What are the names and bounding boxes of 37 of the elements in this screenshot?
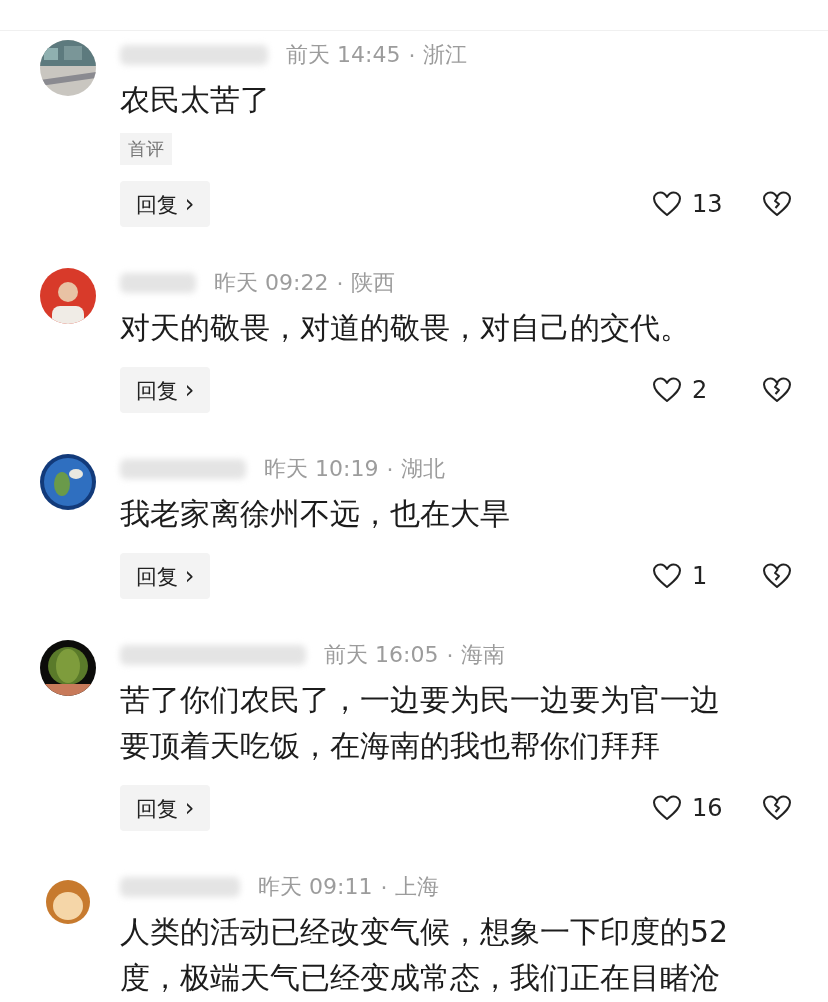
comment-time: 前天 16:05	[324, 641, 439, 669]
like-count: 1	[692, 562, 709, 590]
comment-text: 苦了你们农民了，一边要为民一边要为官一边要顶着天吃饭，在海南的我也帮你们拜拜	[120, 681, 721, 765]
broken-heart-icon[interactable]	[762, 562, 792, 590]
broken-heart-icon[interactable]	[762, 794, 792, 822]
comment-location: 上海	[395, 873, 440, 901]
reply-button[interactable]: 回复 ›	[120, 553, 211, 599]
comment-time: 前天 14:45	[286, 41, 401, 69]
comment-location: 陕西	[351, 269, 396, 297]
comment-text: 我老家离徐州不远，也在大旱	[120, 495, 511, 533]
comment-time: 昨天 10:19	[264, 455, 379, 483]
like-icon[interactable]	[652, 562, 682, 590]
like-count: 2	[692, 376, 709, 404]
reply-button[interactable]: 回复 ›	[120, 367, 211, 413]
like-count: 13	[692, 190, 724, 218]
separator-dot: ·	[446, 642, 454, 668]
reply-button[interactable]: 回复 ›	[120, 181, 211, 227]
like-icon[interactable]	[652, 190, 682, 218]
broken-heart-icon[interactable]	[762, 190, 792, 218]
like-icon[interactable]	[652, 794, 682, 822]
comment-location: 海南	[461, 641, 506, 669]
separator-dot: ·	[408, 42, 416, 68]
comment-time: 昨天 09:22	[214, 269, 329, 297]
separator-dot: ·	[386, 456, 394, 482]
like-count: 16	[692, 794, 724, 822]
separator-dot: ·	[336, 270, 344, 296]
comment-time: 昨天 09:11	[258, 873, 373, 901]
reply-button[interactable]: 回复 ›	[120, 785, 211, 831]
comment-text: 农民太苦了	[120, 81, 271, 119]
comment-text: 人类的活动已经改变气候，想象一下印度的52度，极端天气已经变成常态，我们正在目睹沧	[120, 913, 730, 997]
like-icon[interactable]	[652, 376, 682, 404]
broken-heart-icon[interactable]	[762, 376, 792, 404]
separator-dot: ·	[380, 874, 388, 900]
comment-location: 浙江	[423, 41, 468, 69]
comment-text: 对天的敬畏，对道的敬畏，对自己的交代。	[120, 309, 691, 347]
comment-location: 湖北	[401, 455, 446, 483]
first-comment-tag: 首评	[120, 133, 172, 165]
